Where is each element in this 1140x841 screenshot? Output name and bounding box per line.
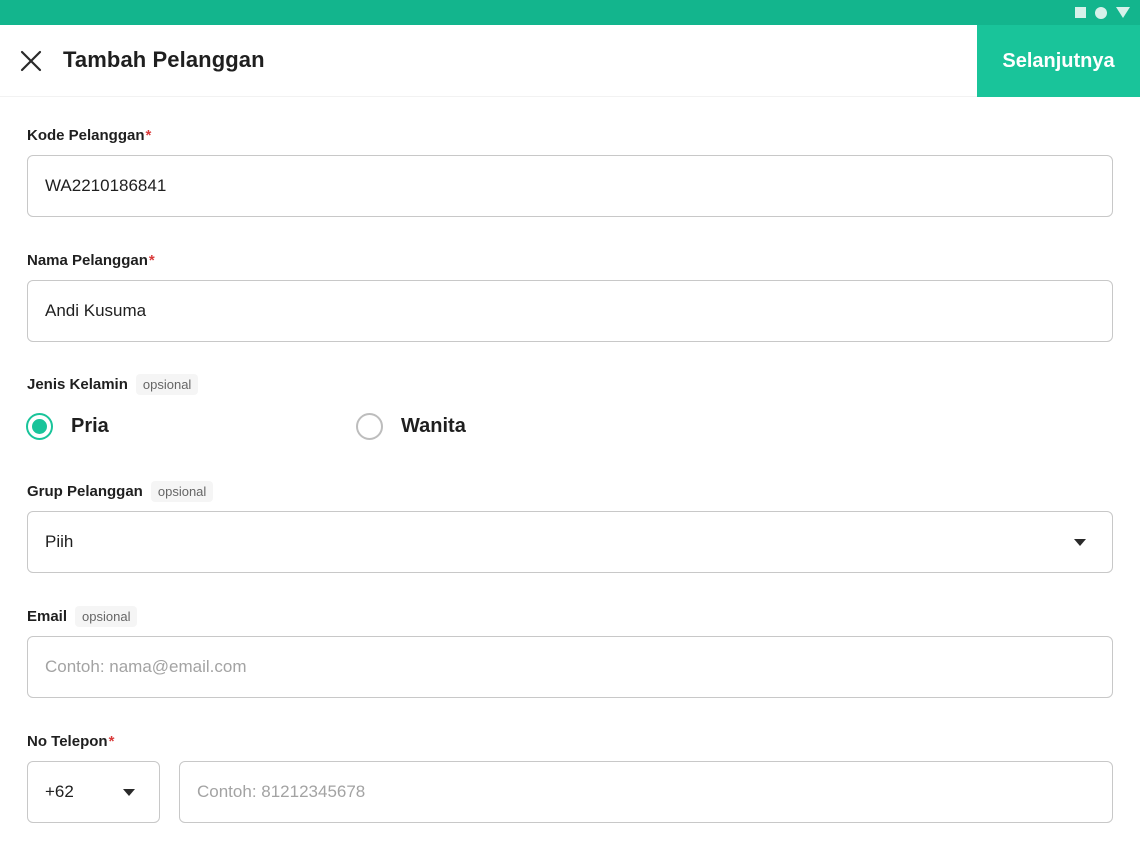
gender-option-label: Wanita bbox=[401, 414, 466, 437]
required-mark: * bbox=[148, 252, 155, 269]
gender-option-label: Pria bbox=[71, 414, 109, 437]
required-mark: * bbox=[145, 127, 152, 144]
radio-unchecked-icon bbox=[356, 412, 383, 440]
page-title: Tambah Pelanggan bbox=[63, 47, 265, 72]
status-bar bbox=[0, 0, 1140, 25]
country-code-value: +62 bbox=[45, 782, 74, 801]
required-mark: * bbox=[108, 733, 115, 750]
triangle-icon bbox=[1116, 7, 1130, 18]
email-label: Email opsional bbox=[27, 606, 138, 627]
customer-group-label: Grup Pelanggan opsional bbox=[27, 481, 214, 502]
optional-badge: opsional bbox=[150, 481, 214, 502]
customer-group-label-text: Grup Pelanggan bbox=[27, 483, 143, 500]
phone-label: No Telepon * bbox=[27, 733, 114, 750]
close-button[interactable] bbox=[16, 46, 46, 76]
square-icon bbox=[1075, 7, 1086, 18]
radio-checked-icon bbox=[26, 412, 53, 440]
customer-group-value: Piih bbox=[45, 532, 74, 551]
next-button[interactable]: Selanjutnya bbox=[977, 25, 1140, 97]
caret-down-icon bbox=[1074, 538, 1086, 546]
radio-dot bbox=[32, 418, 47, 434]
optional-badge: opsional bbox=[75, 606, 138, 627]
customer-name-label-text: Nama Pelanggan bbox=[27, 252, 148, 269]
gender-option-wanita[interactable]: Wanita bbox=[356, 412, 466, 440]
email-input[interactable] bbox=[27, 636, 1113, 698]
caret-down-icon bbox=[123, 788, 135, 796]
customer-name-input[interactable] bbox=[27, 280, 1113, 342]
customer-group-select[interactable]: Piih bbox=[27, 511, 1113, 573]
email-label-text: Email bbox=[27, 608, 68, 625]
phone-number-input[interactable] bbox=[179, 761, 1113, 823]
customer-name-label: Nama Pelanggan * bbox=[27, 252, 155, 269]
country-code-select[interactable]: +62 bbox=[27, 761, 160, 823]
app-header: Tambah Pelanggan Selanjutnya bbox=[0, 25, 1140, 97]
optional-badge: opsional bbox=[135, 374, 199, 395]
customer-code-input[interactable] bbox=[27, 155, 1113, 217]
phone-label-text: No Telepon bbox=[27, 733, 108, 750]
circle-icon bbox=[1095, 6, 1107, 19]
system-status-icons bbox=[1075, 6, 1130, 19]
gender-label-text: Jenis Kelamin bbox=[27, 376, 128, 393]
customer-code-label: Kode Pelanggan * bbox=[27, 127, 151, 144]
customer-code-label-text: Kode Pelanggan bbox=[27, 127, 145, 144]
close-icon bbox=[20, 50, 42, 72]
gender-option-pria[interactable]: Pria bbox=[26, 412, 109, 440]
gender-label: Jenis Kelamin opsional bbox=[27, 374, 199, 395]
